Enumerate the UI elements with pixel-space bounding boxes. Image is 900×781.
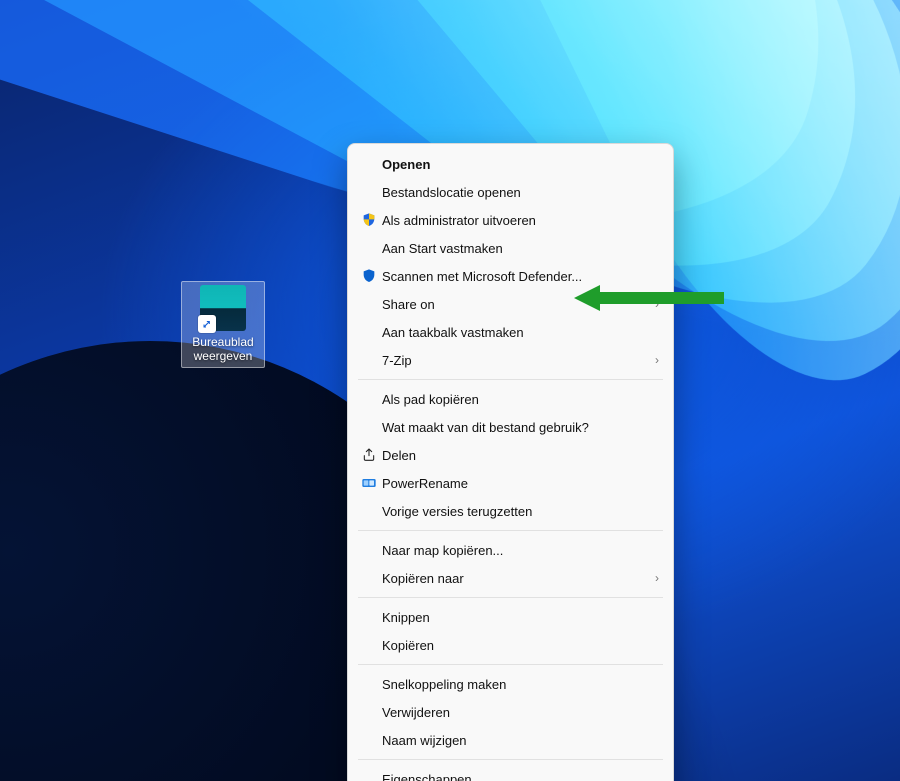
blank-icon: [358, 541, 380, 559]
menu-item-what-uses[interactable]: Wat maakt van dit bestand gebruik?: [348, 413, 673, 441]
menu-item-powerrename[interactable]: PowerRename: [348, 469, 673, 497]
menu-item-label: 7-Zip: [380, 353, 647, 368]
menu-item-label: Bestandslocatie openen: [380, 185, 659, 200]
blank-icon: [358, 183, 380, 201]
menu-item-label: Vorige versies terugzetten: [380, 504, 659, 519]
menu-item-rename[interactable]: Naam wijzigen: [348, 726, 673, 754]
shortcut-icon: [200, 285, 246, 331]
menu-item-create-shortcut[interactable]: Snelkoppeling maken: [348, 670, 673, 698]
menu-item-cut[interactable]: Knippen: [348, 603, 673, 631]
shortcut-overlay-icon: [198, 315, 216, 333]
menu-item-label: Naar map kopiëren...: [380, 543, 659, 558]
blank-icon: [358, 323, 380, 341]
menu-item-label: Verwijderen: [380, 705, 659, 720]
menu-item-prev-versions[interactable]: Vorige versies terugzetten: [348, 497, 673, 525]
menu-item-share-on[interactable]: Share on›: [348, 290, 673, 318]
menu-item-pin-to-taskbar[interactable]: Aan taakbalk vastmaken: [348, 318, 673, 346]
menu-item-copy-to-folder[interactable]: Naar map kopiëren...: [348, 536, 673, 564]
blank-icon: [358, 418, 380, 436]
menu-separator: [358, 379, 663, 380]
menu-item-label: Openen: [380, 157, 659, 172]
menu-separator: [358, 597, 663, 598]
shortcut-label: Bureaublad weergeven: [192, 335, 253, 363]
menu-item-label: Snelkoppeling maken: [380, 677, 659, 692]
menu-item-label: Als pad kopiëren: [380, 392, 659, 407]
blank-icon: [358, 675, 380, 693]
menu-item-label: Eigenschappen: [380, 772, 659, 781]
menu-item-delete[interactable]: Verwijderen: [348, 698, 673, 726]
menu-item-copy[interactable]: Kopiëren: [348, 631, 673, 659]
blank-icon: [358, 351, 380, 369]
blank-icon: [358, 703, 380, 721]
menu-item-label: Kopiëren: [380, 638, 659, 653]
blank-icon: [358, 502, 380, 520]
menu-item-open-location[interactable]: Bestandslocatie openen: [348, 178, 673, 206]
blank-icon: [358, 239, 380, 257]
menu-separator: [358, 530, 663, 531]
blank-icon: [358, 390, 380, 408]
menu-separator: [358, 759, 663, 760]
menu-item-label: Aan taakbalk vastmaken: [380, 325, 659, 340]
menu-separator: [358, 664, 663, 665]
blank-icon: [358, 636, 380, 654]
share-icon: [358, 446, 380, 464]
menu-item-label: Kopiëren naar: [380, 571, 647, 586]
blank-icon: [358, 770, 380, 781]
menu-item-label: Delen: [380, 448, 659, 463]
shield-defender-icon: [358, 267, 380, 285]
desktop-shortcut-bureaublad-weergeven[interactable]: Bureaublad weergeven: [181, 281, 265, 368]
shield-uac-icon: [358, 211, 380, 229]
chevron-right-icon: ›: [647, 571, 659, 585]
blank-icon: [358, 608, 380, 626]
menu-item-open[interactable]: Openen: [348, 150, 673, 178]
menu-item-share[interactable]: Delen: [348, 441, 673, 469]
menu-item-label: PowerRename: [380, 476, 659, 491]
chevron-right-icon: ›: [647, 353, 659, 367]
menu-item-pin-to-start[interactable]: Aan Start vastmaken: [348, 234, 673, 262]
context-menu[interactable]: Openen Bestandslocatie openen Als administ…: [347, 143, 674, 781]
blank-icon: [358, 155, 380, 173]
menu-item-7zip[interactable]: 7-Zip›: [348, 346, 673, 374]
menu-item-defender-scan[interactable]: Scannen met Microsoft Defender...: [348, 262, 673, 290]
blank-icon: [358, 569, 380, 587]
menu-item-label: Wat maakt van dit bestand gebruik?: [380, 420, 659, 435]
menu-item-label: Knippen: [380, 610, 659, 625]
blank-icon: [358, 295, 380, 313]
menu-item-label: Aan Start vastmaken: [380, 241, 659, 256]
power-rename-icon: [358, 474, 380, 492]
menu-item-label: Naam wijzigen: [380, 733, 659, 748]
menu-item-properties[interactable]: Eigenschappen: [348, 765, 673, 781]
menu-item-copy-to[interactable]: Kopiëren naar›: [348, 564, 673, 592]
blank-icon: [358, 731, 380, 749]
menu-item-label: Scannen met Microsoft Defender...: [380, 269, 659, 284]
menu-item-copy-as-path[interactable]: Als pad kopiëren: [348, 385, 673, 413]
menu-item-label: Share on: [380, 297, 647, 312]
menu-item-run-as-admin[interactable]: Als administrator uitvoeren: [348, 206, 673, 234]
chevron-right-icon: ›: [647, 297, 659, 311]
menu-item-label: Als administrator uitvoeren: [380, 213, 659, 228]
